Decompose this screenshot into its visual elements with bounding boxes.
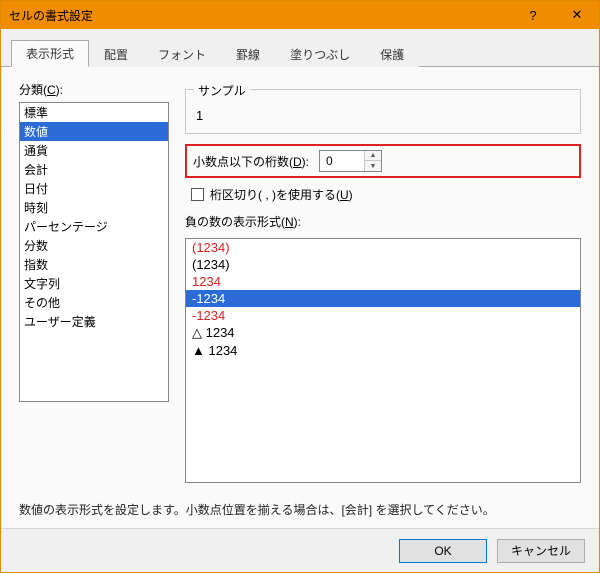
thousands-label: 桁区切り( , )を使用する(U) [210, 186, 353, 203]
decimals-label: 小数点以下の桁数(D): [193, 153, 309, 170]
cancel-button[interactable]: キャンセル [497, 539, 585, 563]
negative-format-item[interactable]: -1234 [186, 307, 580, 324]
tabstrip: 表示形式 配置 フォント 罫線 塗りつぶし 保護 [1, 41, 599, 67]
negative-format-item[interactable]: (1234) [186, 256, 580, 273]
tab-number-format[interactable]: 表示形式 [11, 40, 89, 67]
negative-label: 負の数の表示形式(N): [185, 213, 581, 230]
category-item[interactable]: 会計 [20, 160, 168, 179]
decimals-input[interactable] [320, 151, 364, 171]
tab-fill[interactable]: 塗りつぶし [275, 41, 365, 67]
spin-down-icon[interactable]: ▼ [365, 161, 381, 171]
thousands-checkbox[interactable] [191, 188, 204, 201]
category-item[interactable]: ユーザー定義 [20, 312, 168, 331]
tab-alignment[interactable]: 配置 [89, 41, 143, 67]
dialog-window: セルの書式設定 ? ✕ 表示形式 配置 フォント 罫線 塗りつぶし 保護 分類(… [0, 0, 600, 573]
right-column: サンプル 1 小数点以下の桁数(D): ▲ ▼ [185, 81, 581, 483]
tab-font[interactable]: フォント [143, 41, 221, 67]
category-item[interactable]: 通貨 [20, 141, 168, 160]
description-text: 数値の表示形式を設定します。小数点位置を揃える場合は、[会計] を選択してくださ… [19, 501, 581, 518]
ok-button[interactable]: OK [399, 539, 487, 563]
negative-format-item[interactable]: (1234) [186, 239, 580, 256]
content-area: 分類(C): 標準数値通貨会計日付時刻パーセンテージ分数指数文字列その他ユーザー… [1, 67, 599, 528]
category-item[interactable]: 数値 [20, 122, 168, 141]
close-icon[interactable]: ✕ [555, 1, 599, 29]
decimals-spinner[interactable]: ▲ ▼ [319, 150, 382, 172]
negative-format-item[interactable]: ▲ 1234 [186, 342, 580, 359]
spin-up-icon[interactable]: ▲ [365, 151, 381, 161]
window-title: セルの書式設定 [9, 7, 93, 24]
top-area: 分類(C): 標準数値通貨会計日付時刻パーセンテージ分数指数文字列その他ユーザー… [19, 81, 581, 483]
negative-format-item[interactable]: 1234 [186, 273, 580, 290]
category-item[interactable]: パーセンテージ [20, 217, 168, 236]
spinner-buttons: ▲ ▼ [364, 151, 381, 171]
help-icon[interactable]: ? [511, 1, 555, 29]
category-item[interactable]: 文字列 [20, 274, 168, 293]
category-label: 分類(C): [19, 81, 169, 98]
category-item[interactable]: 標準 [20, 103, 168, 122]
decimals-row: 小数点以下の桁数(D): ▲ ▼ [185, 144, 581, 178]
negative-format-list[interactable]: (1234)(1234)1234-1234-1234△ 1234▲ 1234 [185, 238, 581, 483]
sample-value: 1 [196, 108, 570, 123]
footer: OK キャンセル [1, 528, 599, 572]
titlebar: セルの書式設定 ? ✕ [1, 1, 599, 29]
tab-border[interactable]: 罫線 [221, 41, 275, 67]
category-item[interactable]: 指数 [20, 255, 168, 274]
category-item[interactable]: 分数 [20, 236, 168, 255]
category-item[interactable]: 日付 [20, 179, 168, 198]
sample-legend: サンプル [194, 82, 250, 99]
tab-protection[interactable]: 保護 [365, 41, 419, 67]
negative-format-item[interactable]: -1234 [186, 290, 580, 307]
category-item[interactable]: 時刻 [20, 198, 168, 217]
thousands-row: 桁区切り( , )を使用する(U) [185, 186, 581, 203]
negative-format-item[interactable]: △ 1234 [186, 324, 580, 342]
category-list[interactable]: 標準数値通貨会計日付時刻パーセンテージ分数指数文字列その他ユーザー定義 [19, 102, 169, 402]
left-column: 分類(C): 標準数値通貨会計日付時刻パーセンテージ分数指数文字列その他ユーザー… [19, 81, 169, 483]
sample-box: サンプル 1 [185, 89, 581, 134]
category-item[interactable]: その他 [20, 293, 168, 312]
